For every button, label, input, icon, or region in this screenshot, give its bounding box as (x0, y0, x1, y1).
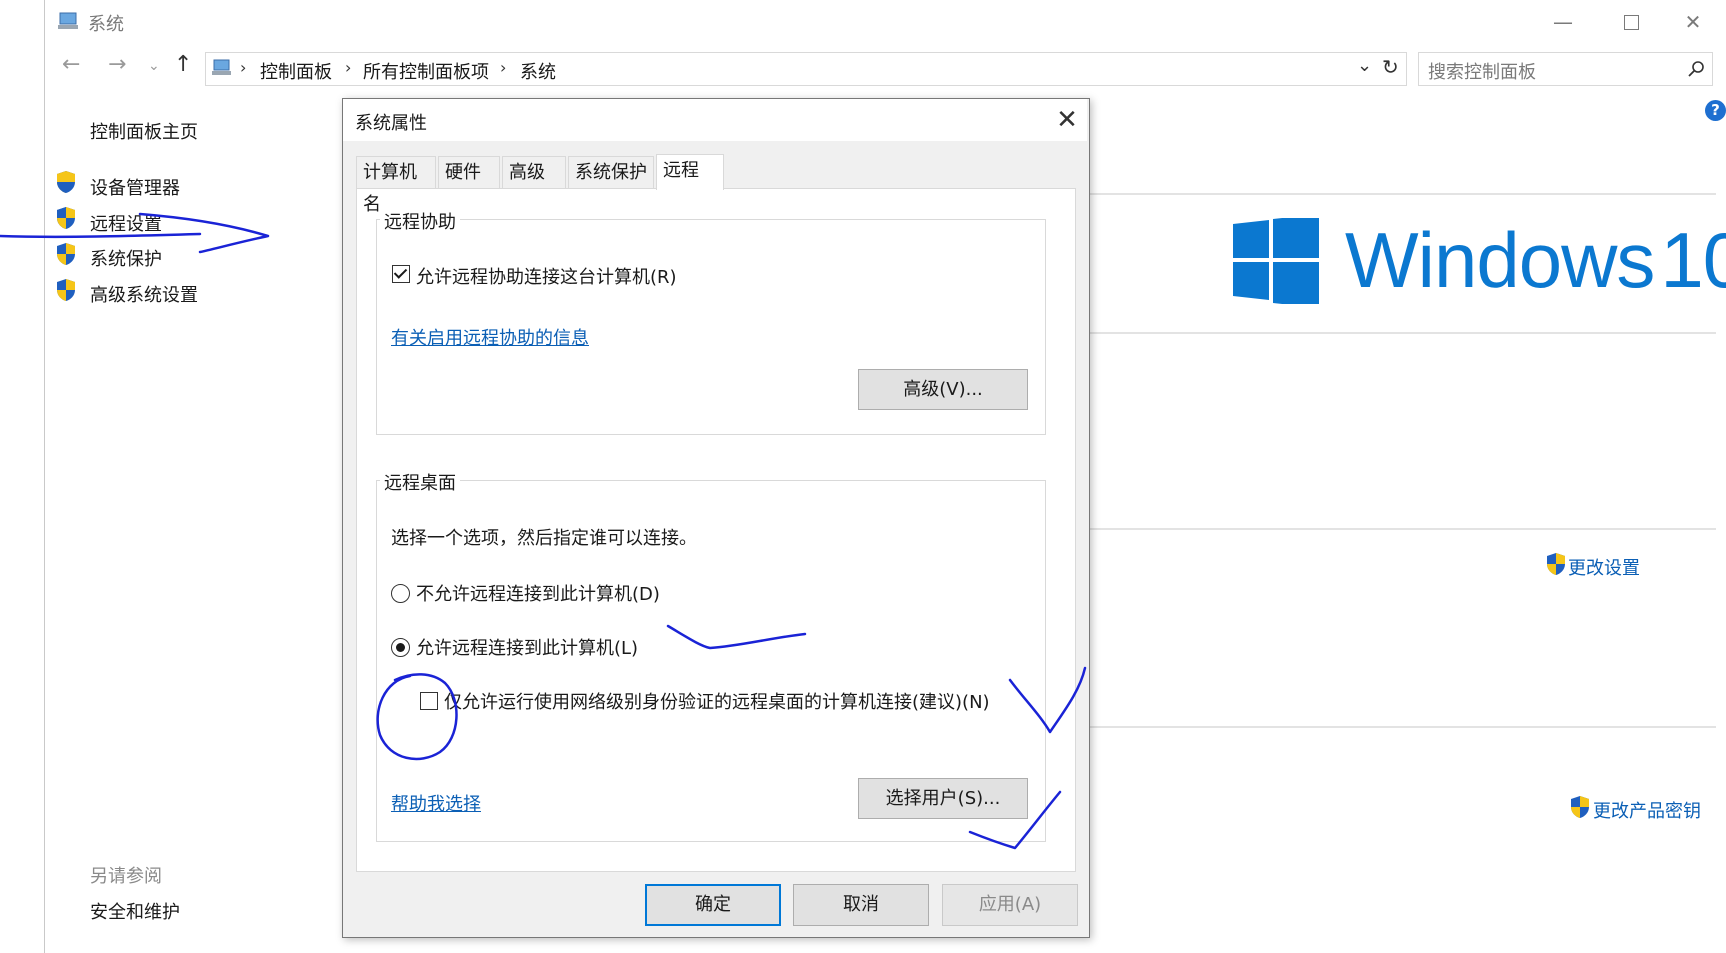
allow-remote-assistance-checkbox[interactable] (392, 265, 410, 283)
window-title: 系统 (88, 14, 124, 35)
minimize-icon: — (1553, 10, 1573, 34)
desktop-edge (0, 0, 44, 953)
up-icon[interactable]: ↑ (174, 52, 192, 77)
cancel-button[interactable]: 取消 (793, 884, 929, 926)
deny-remote-label[interactable]: 不允许远程连接到此计算机(D) (416, 580, 660, 606)
dialog-title-bar (343, 99, 1087, 141)
see-also-heading: 另请参阅 (90, 866, 162, 887)
divider (1088, 726, 1716, 728)
ok-button[interactable]: 确定 (645, 884, 781, 926)
sidebar-link-security-maintenance[interactable]: 安全和维护 (90, 898, 180, 924)
divider (1088, 332, 1716, 334)
close-icon: ✕ (1056, 105, 1078, 135)
select-users-button[interactable]: 选择用户(S)... (858, 778, 1028, 819)
shield-icon (57, 207, 75, 229)
breadcrumb-separator: › (500, 58, 507, 77)
breadcrumb-all-items[interactable]: 所有控制面板项 (363, 58, 489, 84)
nla-only-label[interactable]: 仅允许运行使用网络级别身份验证的远程桌面的计算机连接(建议)(N) (444, 688, 990, 714)
shield-icon (57, 243, 75, 265)
remote-desktop-instruction: 选择一个选项，然后指定谁可以连接。 (391, 528, 697, 549)
breadcrumb-control-panel[interactable]: 控制面板 (260, 58, 332, 84)
minimize-button[interactable]: — (1530, 0, 1596, 44)
dialog-title: 系统属性 (355, 113, 427, 134)
remote-assistance-legend: 远程协助 (380, 208, 460, 234)
shield-icon (1571, 796, 1589, 818)
nla-only-checkbox[interactable] (420, 692, 438, 710)
sidebar-home-link[interactable]: 控制面板主页 (90, 118, 198, 144)
maximize-button[interactable] (1598, 0, 1664, 44)
breadcrumb-separator: › (345, 58, 352, 77)
sidebar-item-advanced-settings[interactable]: 高级系统设置 (90, 281, 198, 307)
allow-remote-label[interactable]: 允许远程连接到此计算机(L) (416, 634, 638, 660)
logo-number: 10 (1660, 216, 1726, 304)
windows-logo-icon (1233, 218, 1319, 304)
logo-word: Windows (1345, 216, 1655, 304)
back-icon[interactable]: ← (62, 52, 80, 77)
apply-button[interactable]: 应用(A) (942, 884, 1078, 926)
recent-dropdown-icon[interactable]: ⌄ (148, 58, 160, 74)
sidebar-item-remote-settings[interactable]: 远程设置 (90, 210, 162, 236)
refresh-icon[interactable]: ↻ (1382, 55, 1399, 79)
remote-desktop-legend: 远程桌面 (380, 469, 460, 495)
allow-remote-assistance-label[interactable]: 允许远程协助连接这台计算机(R) (416, 263, 677, 289)
computer-icon (58, 12, 78, 29)
help-me-choose-link[interactable]: 帮助我选择 (391, 790, 481, 816)
control-panel-icon (212, 59, 231, 75)
sidebar-item-device-manager[interactable]: 设备管理器 (90, 174, 180, 200)
breadcrumb-separator: › (240, 58, 247, 77)
search-placeholder: 搜索控制面板 (1428, 62, 1536, 83)
remote-assistance-info-link[interactable]: 有关启用远程协助的信息 (391, 324, 589, 350)
divider (1088, 193, 1716, 195)
dialog-close-button[interactable]: ✕ (1047, 101, 1087, 139)
forward-icon[interactable]: → (108, 52, 126, 77)
tab-system-protection[interactable]: 系统保护 (568, 156, 654, 188)
divider (1088, 528, 1716, 530)
sidebar-item-system-protection[interactable]: 系统保护 (90, 245, 162, 271)
address-dropdown-icon[interactable]: ⌄ (1357, 55, 1372, 76)
tab-remote[interactable]: 远程 (656, 154, 724, 190)
allow-remote-radio[interactable] (391, 638, 410, 657)
help-icon[interactable]: ? (1705, 100, 1726, 121)
tab-advanced[interactable]: 高级 (502, 156, 566, 188)
change-product-key-link[interactable]: 更改产品密钥 (1593, 797, 1701, 823)
change-settings-link[interactable]: 更改设置 (1568, 554, 1640, 580)
title-bar (44, 0, 1726, 44)
windows-10-logo-text: Windows10 (1345, 215, 1726, 306)
shield-icon (1547, 553, 1565, 575)
maximize-icon (1623, 14, 1639, 30)
deny-remote-radio[interactable] (391, 584, 410, 603)
shield-icon (57, 279, 75, 301)
search-icon[interactable] (1688, 60, 1706, 78)
tab-hardware[interactable]: 硬件 (438, 156, 500, 188)
advanced-button[interactable]: 高级(V)... (858, 369, 1028, 410)
close-button[interactable]: ✕ (1660, 0, 1726, 44)
close-icon: ✕ (1684, 10, 1702, 34)
breadcrumb-system[interactable]: 系统 (520, 58, 556, 84)
shield-icon (57, 171, 75, 193)
tab-computer-name[interactable]: 计算机名 (356, 156, 436, 215)
